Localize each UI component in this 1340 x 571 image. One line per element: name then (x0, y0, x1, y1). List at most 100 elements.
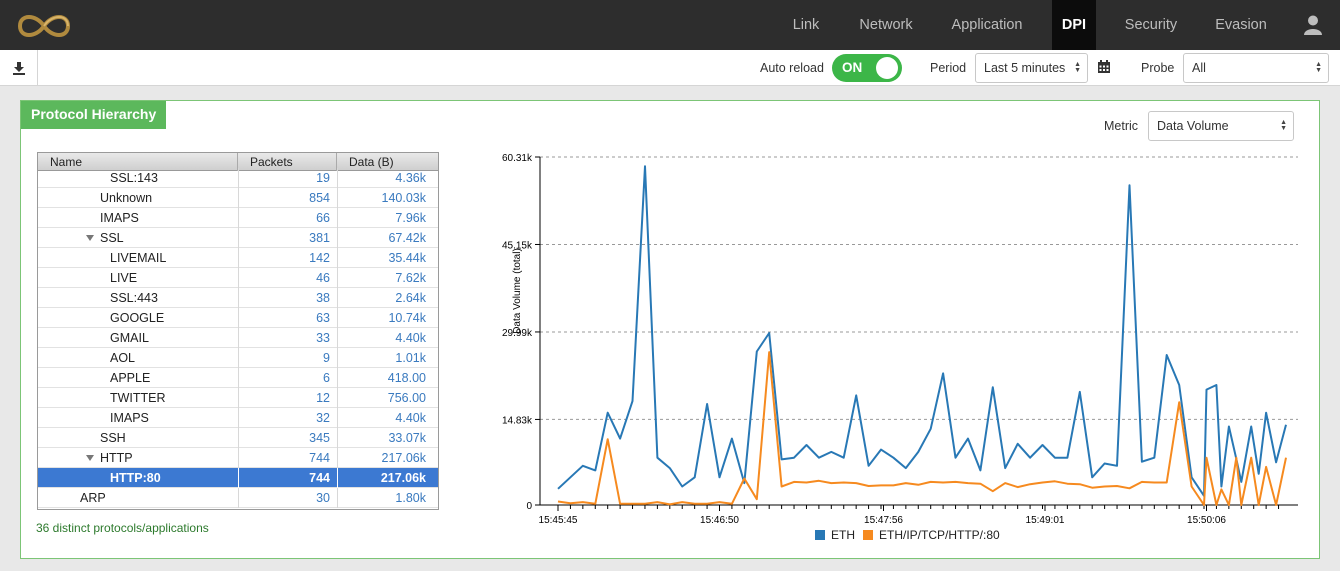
metric-select-value: Data Volume (1157, 119, 1229, 133)
protocol-name: LIVE (110, 271, 138, 285)
tree-row[interactable]: TWITTER 12 756.00 (38, 388, 438, 408)
protocol-name: HTTP:80 (110, 471, 161, 485)
nav-evasion[interactable]: Evasion (1206, 0, 1276, 50)
toggle-state-text: ON (842, 60, 863, 75)
nav-security[interactable]: Security (1114, 0, 1188, 50)
legend-label-http: ETH/IP/TCP/HTTP/:80 (879, 528, 1000, 542)
tree-row[interactable]: SSH 345 33.07k (38, 428, 438, 448)
protocol-name: Unknown (100, 191, 153, 205)
protocol-hierarchy-panel: Protocol Hierarchy Name Packets Data (B)… (20, 100, 1320, 559)
data-value: 35.44k (388, 251, 426, 265)
data-value: 10.74k (388, 311, 426, 325)
packets-value: 6 (323, 371, 330, 385)
tree-row[interactable]: APPLE 6 418.00 (38, 368, 438, 388)
tree-row[interactable]: SSL:443 38 2.64k (38, 288, 438, 308)
x-tick-label: 15:46:50 (700, 515, 739, 526)
packets-value: 345 (309, 431, 330, 445)
data-value: 217.06k (381, 451, 426, 465)
panel-title: Protocol Hierarchy (21, 101, 167, 129)
tree-row[interactable]: GMAIL 33 4.40k (38, 328, 438, 348)
expand-triangle-icon[interactable] (86, 455, 94, 461)
download-button[interactable] (0, 50, 38, 85)
infinity-logo-icon[interactable] (14, 10, 74, 42)
data-value: 217.06k (380, 471, 426, 485)
protocol-tree-table: Name Packets Data (B) SSL:143 19 4.36k Unkn… (37, 152, 439, 510)
y-tick-label: 60.31k (502, 153, 533, 164)
expand-triangle-icon[interactable] (86, 235, 94, 241)
probe-select[interactable]: All ▲ ▼ (1183, 53, 1329, 83)
tree-row[interactable]: HTTP:80 744 217.06k (38, 468, 438, 488)
packets-value: 66 (316, 211, 330, 225)
packets-value: 32 (316, 411, 330, 425)
packets-value: 30 (316, 491, 330, 505)
data-value: 2.64k (395, 291, 426, 305)
y-tick-label: 0 (526, 501, 532, 512)
legend-swatch-eth (815, 530, 825, 540)
data-value: 1.80k (395, 491, 426, 505)
tree-row[interactable]: HTTP 744 217.06k (38, 448, 438, 468)
y-tick-label: 14.83k (502, 415, 533, 426)
tree-row[interactable]: Unknown 854 140.03k (38, 188, 438, 208)
data-value: 7.62k (395, 271, 426, 285)
data-value: 4.40k (395, 331, 426, 345)
packets-value: 744 (309, 471, 330, 485)
probe-select-value: All (1192, 61, 1206, 75)
packets-value: 744 (309, 451, 330, 465)
probe-label: Probe (1141, 61, 1175, 75)
tree-row[interactable]: IMAPS 66 7.96k (38, 208, 438, 228)
auto-reload-toggle[interactable]: ON (832, 54, 902, 82)
toggle-knob (876, 57, 898, 79)
protocol-name: SSL (100, 231, 124, 245)
packets-value: 381 (309, 231, 330, 245)
data-value: 1.01k (395, 351, 426, 365)
packets-value: 63 (316, 311, 330, 325)
protocol-name: IMAPS (100, 211, 139, 225)
packets-value: 854 (309, 191, 330, 205)
nav-network[interactable]: Network (850, 0, 922, 50)
protocol-name: LIVEMAIL (110, 251, 167, 265)
protocol-name: TWITTER (110, 391, 166, 405)
select-arrows-icon: ▲ ▼ (1315, 61, 1322, 74)
metric-label: Metric (1104, 119, 1139, 133)
period-label: Period (930, 61, 967, 75)
nav-application[interactable]: Application (940, 0, 1034, 50)
packets-value: 9 (323, 351, 330, 365)
top-navbar: Link Network Application DPI Security Ev… (0, 0, 1340, 50)
nav-dpi[interactable]: DPI (1052, 0, 1096, 50)
protocol-name: IMAPS (110, 411, 149, 425)
tree-row[interactable]: ARP 30 1.80k (38, 488, 438, 508)
tree-row[interactable]: LIVEMAIL 142 35.44k (38, 248, 438, 268)
legend-label-eth: ETH (831, 528, 855, 542)
tree-row[interactable]: LIVE 46 7.62k (38, 268, 438, 288)
tree-row[interactable]: SSL 381 67.42k (38, 228, 438, 248)
user-icon[interactable] (1300, 14, 1326, 36)
x-tick-label: 15:47:56 (864, 515, 903, 526)
y-axis-title: Data Volume (total) (512, 248, 523, 334)
tree-row[interactable]: AOL 9 1.01k (38, 348, 438, 368)
auto-reload-label: Auto reload (760, 61, 824, 75)
data-value: 140.03k (381, 191, 426, 205)
protocol-name: SSL:443 (110, 291, 158, 305)
data-value: 756.00 (387, 391, 426, 405)
packets-value: 142 (309, 251, 330, 265)
protocol-name: AOL (110, 351, 136, 365)
data-value: 33.07k (388, 431, 426, 445)
tree-row[interactable]: GOOGLE 63 10.74k (38, 308, 438, 328)
select-arrows-icon: ▲ ▼ (1074, 61, 1081, 74)
data-value: 67.42k (388, 231, 426, 245)
nav-link[interactable]: Link (780, 0, 832, 50)
protocol-name: APPLE (110, 371, 151, 385)
protocol-name: SSH (100, 431, 126, 445)
metric-select[interactable]: Data Volume ▲ ▼ (1148, 111, 1294, 141)
period-select[interactable]: Last 5 minutes ▲ ▼ (975, 53, 1088, 83)
x-tick-label: 15:45:45 (539, 515, 578, 526)
series-line-http (557, 351, 1287, 506)
packets-value: 12 (316, 391, 330, 405)
tree-row[interactable]: IMAPS 32 4.40k (38, 408, 438, 428)
distinct-count-text: 36 distinct protocols/applications (36, 521, 209, 535)
protocol-name: ARP (80, 491, 106, 505)
tree-row[interactable]: SSL:143 19 4.36k (38, 168, 438, 188)
protocol-name: GOOGLE (110, 311, 165, 325)
x-tick-label: 15:50:06 (1187, 515, 1226, 526)
calendar-icon[interactable] (1097, 60, 1111, 74)
